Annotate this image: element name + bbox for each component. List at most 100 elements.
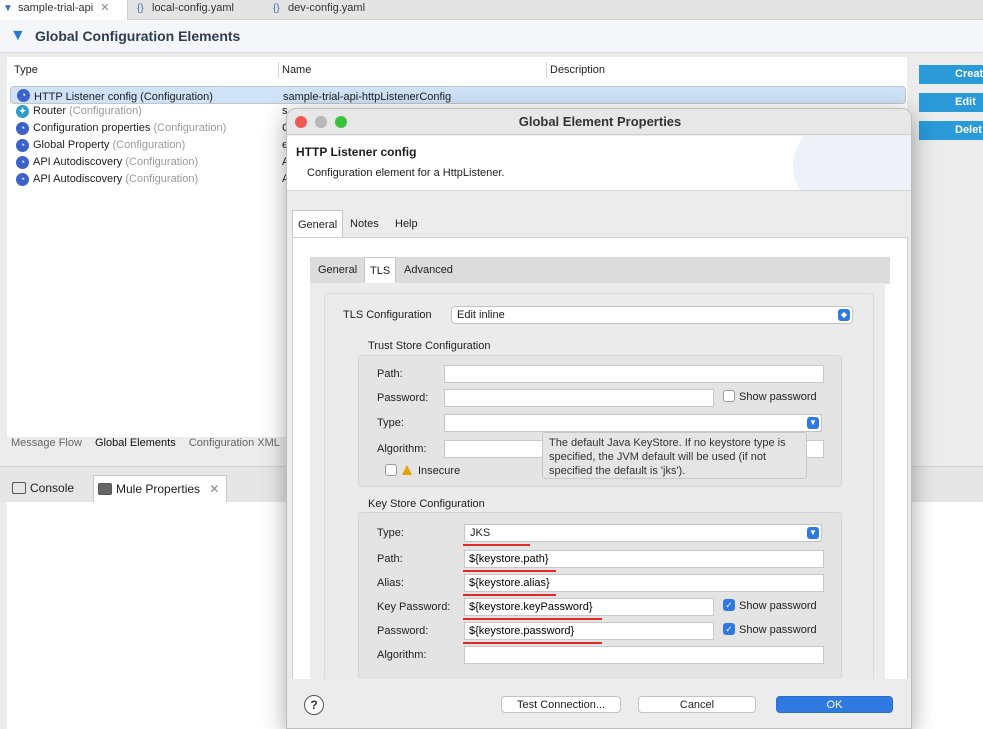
key-store-title: Key Store Configuration xyxy=(368,498,485,510)
gear-icon: ◔ xyxy=(16,122,29,135)
column-header-type[interactable]: Type xyxy=(14,64,38,76)
trust-type-label: Type: xyxy=(377,417,404,429)
row-type: API Autodiscovery (Configuration) xyxy=(33,156,199,168)
key-algorithm-input[interactable] xyxy=(464,646,824,664)
store-show-password-checkbox[interactable]: ✓ xyxy=(723,623,735,635)
insecure-label: Insecure xyxy=(418,465,461,477)
tab-help[interactable]: Help xyxy=(390,210,423,238)
column-divider xyxy=(278,62,279,78)
mule-icon: ▼ xyxy=(3,3,13,14)
trust-path-label: Path: xyxy=(377,368,403,380)
column-header-description[interactable]: Description xyxy=(550,64,605,76)
tab-console[interactable]: Console xyxy=(8,475,88,503)
warning-icon xyxy=(402,465,412,475)
key-store-password-label: Password: xyxy=(377,625,429,637)
tab-global-elements[interactable]: Global Elements xyxy=(95,437,176,449)
key-path-label: Path: xyxy=(377,553,403,565)
global-element-properties-dialog: Global Element Properties HTTP Listener … xyxy=(286,108,912,729)
trust-type-select[interactable]: ▼ xyxy=(444,414,822,432)
gear-icon: ◔ xyxy=(16,139,29,152)
key-password-label: Key Password: xyxy=(377,601,451,613)
column-divider xyxy=(546,62,547,78)
global-config-header: ▼ Global Configuration Elements xyxy=(0,20,983,53)
dialog-titlebar: Global Element Properties xyxy=(287,109,911,135)
close-icon[interactable]: ✕ xyxy=(209,482,219,496)
console-icon xyxy=(12,482,26,494)
table-row[interactable]: ◔ HTTP Listener config (Configuration) s… xyxy=(10,86,906,104)
create-button[interactable]: Creat xyxy=(919,65,983,84)
tab-mule-properties-label: Mule Properties xyxy=(116,482,201,496)
row-type: Configuration properties (Configuration) xyxy=(33,122,227,134)
gear-icon: ◔ xyxy=(16,156,29,169)
dialog-description: Configuration element for a HttpListener… xyxy=(307,167,505,179)
page-title: Global Configuration Elements xyxy=(35,28,241,44)
subtab-general[interactable]: General xyxy=(313,257,362,284)
test-connection-button[interactable]: Test Connection... xyxy=(501,696,621,713)
close-icon[interactable]: ✕ xyxy=(100,2,109,14)
editor-tab-label: dev-config.yaml xyxy=(288,2,366,14)
key-path-input[interactable] xyxy=(464,550,824,568)
connection-subtabs: General TLS Advanced xyxy=(310,257,890,284)
tab-general[interactable]: General xyxy=(292,210,344,238)
insecure-checkbox[interactable] xyxy=(385,464,397,476)
trust-password-input[interactable] xyxy=(444,389,714,407)
tls-configuration-select[interactable]: Edit inline ◆ xyxy=(451,306,853,324)
editor-tab-bar: ▼ sample-trial-api ✕ {} local-config.yam… xyxy=(0,0,983,20)
dialog-footer: ? Test Connection... Cancel OK xyxy=(287,679,911,728)
yaml-file-icon: {} xyxy=(137,3,144,14)
red-underline xyxy=(463,544,530,546)
editor-tab-label: sample-trial-api xyxy=(18,2,94,14)
banner-decoration xyxy=(793,136,911,190)
chevron-updown-icon: ◆ xyxy=(838,309,850,321)
column-header-name[interactable]: Name xyxy=(282,64,311,76)
editor-tab-dev-config[interactable]: {} dev-config.yaml xyxy=(270,0,390,20)
tab-console-label: Console xyxy=(30,481,75,495)
trust-algorithm-label: Algorithm: xyxy=(377,443,427,455)
trust-store-title: Trust Store Configuration xyxy=(368,340,491,352)
red-underline xyxy=(463,570,556,572)
key-type-value: JKS xyxy=(470,527,491,539)
red-underline xyxy=(463,642,602,644)
tls-configuration-value: Edit inline xyxy=(457,309,505,321)
gear-icon: ◔ xyxy=(17,89,30,102)
editor-view-tabs: Message Flow Global Elements Configurati… xyxy=(11,437,290,449)
delete-button[interactable]: Delet xyxy=(919,121,983,140)
store-show-password-label: Show password xyxy=(739,624,817,636)
tab-notes[interactable]: Notes xyxy=(345,210,384,238)
tab-mule-properties[interactable]: Mule Properties ✕ xyxy=(93,475,227,503)
dialog-heading: HTTP Listener config xyxy=(296,145,417,159)
subtab-advanced[interactable]: Advanced xyxy=(399,257,458,284)
row-type: Global Property (Configuration) xyxy=(33,139,186,151)
row-type: API Autodiscovery (Configuration) xyxy=(33,173,199,185)
key-alias-input[interactable] xyxy=(464,574,824,592)
trust-path-input[interactable] xyxy=(444,365,824,383)
key-alias-label: Alias: xyxy=(377,577,404,589)
row-type: Router (Configuration) xyxy=(33,105,142,117)
tab-configuration-xml[interactable]: Configuration XML xyxy=(189,437,280,449)
key-algorithm-label: Algorithm: xyxy=(377,649,427,661)
tab-message-flow[interactable]: Message Flow xyxy=(11,437,82,449)
edit-button[interactable]: Edit xyxy=(919,93,983,112)
tls-configuration-label: TLS Configuration xyxy=(343,309,432,321)
help-button[interactable]: ? xyxy=(304,695,324,715)
key-show-password-checkbox[interactable]: ✓ xyxy=(723,599,735,611)
trust-password-label: Password: xyxy=(377,392,429,404)
trust-show-password-checkbox[interactable] xyxy=(723,390,735,402)
dialog-banner: HTTP Listener config Configuration eleme… xyxy=(287,136,911,191)
trust-show-password-label: Show password xyxy=(739,391,817,403)
gear-icon: ◔ xyxy=(16,173,29,186)
editor-tab-sample-trial-api[interactable]: ▼ sample-trial-api ✕ xyxy=(0,0,128,20)
key-password-input[interactable] xyxy=(464,598,714,616)
yaml-file-icon: {} xyxy=(273,3,280,14)
red-underline xyxy=(463,618,602,620)
dialog-title: Global Element Properties xyxy=(518,114,682,129)
key-store-password-input[interactable] xyxy=(464,622,714,640)
subtab-tls[interactable]: TLS xyxy=(364,257,397,284)
editor-tab-label: local-config.yaml xyxy=(152,2,234,14)
key-type-select[interactable]: JKS ▼ xyxy=(464,524,822,542)
editor-tab-local-config[interactable]: {} local-config.yaml xyxy=(134,0,264,20)
keystore-type-tooltip: The default Java KeyStore. If no keystor… xyxy=(542,432,807,479)
chevron-down-icon: ▼ xyxy=(807,417,819,429)
cancel-button[interactable]: Cancel xyxy=(638,696,756,713)
ok-button[interactable]: OK xyxy=(776,696,893,713)
